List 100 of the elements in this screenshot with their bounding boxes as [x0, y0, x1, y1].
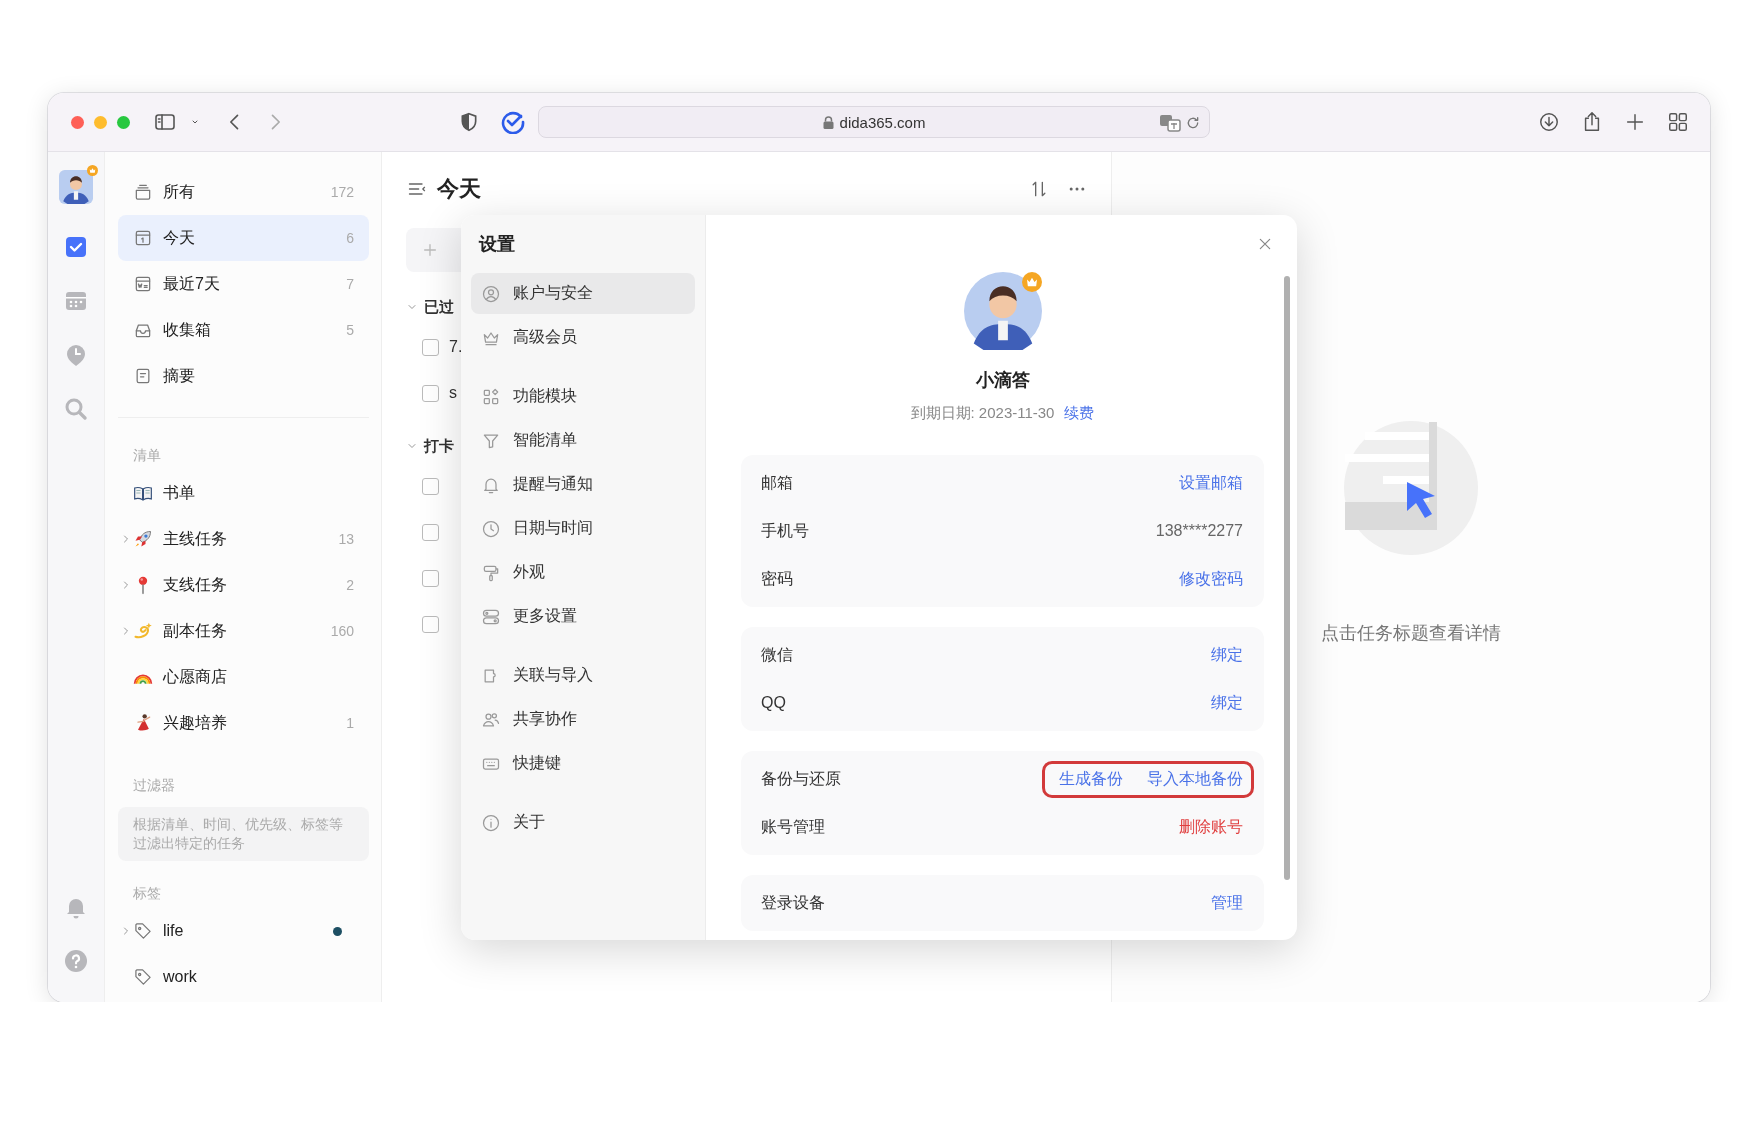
task-checkbox[interactable] [422, 615, 439, 633]
link[interactable]: 绑定 [1211, 692, 1243, 714]
settings-nav-item[interactable]: 快捷键 [471, 743, 695, 784]
sidebar-item[interactable]: work [118, 954, 369, 1000]
expiry-date: 到期日期: 2023-11-30 [910, 403, 1055, 423]
danger-link[interactable]: 删除账号 [1179, 816, 1243, 838]
item-label: 兴趣培养 [163, 712, 228, 733]
rocket-icon [133, 529, 153, 549]
list-title: 今天 [437, 175, 482, 203]
tab-overview-icon[interactable] [1667, 111, 1689, 133]
translate-icon[interactable] [1159, 114, 1181, 132]
settings-nav-item[interactable]: 功能模块 [471, 376, 695, 417]
download-icon[interactable] [1538, 111, 1560, 133]
task-title[interactable]: s [449, 384, 457, 402]
row-label: 微信 [761, 644, 794, 665]
sidebar-item[interactable]: life [118, 908, 369, 954]
grid-icon [481, 386, 501, 407]
link[interactable]: 生成备份 [1059, 768, 1123, 790]
user-name: 小滴答 [975, 369, 1030, 392]
window-control-dot[interactable] [71, 115, 84, 129]
item-count: 6 [346, 230, 354, 246]
task-title[interactable]: 7. [449, 338, 463, 356]
item-count: 1 [346, 715, 354, 731]
task-checkbox[interactable] [422, 569, 439, 587]
address-bar[interactable]: dida365.com [538, 106, 1210, 138]
section-heading: 过滤器 [132, 776, 176, 795]
sidebar-item[interactable]: 所有 172 [118, 169, 369, 215]
sidebar-item[interactable]: 摘要 [118, 353, 369, 399]
avatar[interactable] [59, 170, 93, 204]
sidebar-item[interactable]: 书单 [118, 470, 369, 516]
sidebar-item[interactable]: 心愿商店 [118, 654, 369, 700]
row-label: 登录设备 [761, 892, 826, 913]
settings-nav-item[interactable]: 关联与导入 [471, 655, 695, 696]
settings-nav-item[interactable]: 智能清单 [471, 420, 695, 461]
row-label: 密码 [761, 568, 794, 589]
reload-icon[interactable] [1185, 115, 1201, 131]
link[interactable]: 导入本地备份 [1147, 768, 1243, 790]
sidebar-item[interactable]: 收集箱 5 [118, 307, 369, 353]
link[interactable]: 绑定 [1211, 644, 1243, 666]
value-text: 138****2277 [1155, 522, 1243, 540]
person-icon [481, 283, 501, 304]
filter-hint: 根据清单、时间、优先级、标签等过滤出特定的任务 [118, 807, 369, 861]
settings-nav-item[interactable]: 日期与时间 [471, 508, 695, 549]
checkmark-logo-icon[interactable] [501, 110, 525, 134]
settings-nav-item[interactable]: 提醒与通知 [471, 464, 695, 505]
clock-icon [481, 518, 501, 539]
calendar-icon[interactable] [64, 289, 88, 313]
item-count: 5 [346, 322, 354, 338]
row-label: 邮箱 [761, 472, 794, 493]
item-label: 主线任务 [163, 528, 228, 549]
sidebar-item[interactable]: 最近7天 7 [118, 261, 369, 307]
lock-icon [822, 115, 834, 129]
item-count: 7 [346, 276, 354, 292]
task-checkbox[interactable] [422, 477, 439, 495]
settings-nav-item[interactable]: 共享协作 [471, 699, 695, 740]
settings-nav-item[interactable]: 账户与安全 [471, 273, 695, 314]
item-label: 最近7天 [163, 273, 221, 294]
new-tab-icon[interactable] [1624, 111, 1646, 133]
item-label: 心愿商店 [163, 666, 228, 687]
window-control-dot[interactable] [94, 115, 107, 129]
help-icon[interactable] [64, 949, 88, 973]
scrollbar[interactable] [1284, 276, 1290, 880]
window-control-dot[interactable] [117, 115, 130, 129]
clock-pin-icon[interactable] [64, 343, 88, 367]
sidebar-item[interactable]: 副本任务 160 [118, 608, 369, 654]
swirl-icon [133, 621, 153, 641]
task-checkbox[interactable] [422, 523, 439, 541]
sidebar-item[interactable]: 今天 6 [118, 215, 369, 261]
item-label: 摘要 [163, 365, 196, 386]
plus-icon [422, 242, 438, 258]
item-label: 书单 [163, 482, 196, 503]
item-label: 副本任务 [163, 620, 228, 641]
link[interactable]: 管理 [1211, 892, 1243, 914]
task-checkbox[interactable] [422, 384, 439, 402]
sidebar-item[interactable]: 兴趣培养 1 [118, 700, 369, 746]
task-checkbox[interactable] [422, 338, 439, 356]
renew-link[interactable]: 续费 [1064, 402, 1095, 424]
checkbox-icon[interactable] [64, 235, 88, 259]
settings-nav-item[interactable]: 关于 [471, 802, 695, 843]
crown-icon [87, 165, 98, 176]
shield-icon[interactable] [459, 112, 479, 132]
tag-icon [133, 921, 153, 941]
settings-nav-item[interactable]: 外观 [471, 552, 695, 593]
link[interactable]: 修改密码 [1179, 568, 1243, 590]
item-label: work [163, 968, 198, 986]
row-label: 备份与还原 [761, 768, 842, 789]
close-icon[interactable] [1257, 236, 1273, 252]
item-label: 收集箱 [163, 319, 212, 340]
sidebar-item[interactable]: 支线任务 2 [118, 562, 369, 608]
section-heading: 清单 [132, 446, 162, 465]
settings-nav-item[interactable]: 更多设置 [471, 596, 695, 637]
item-count: 160 [330, 623, 354, 639]
sidebar-item[interactable]: 主线任务 13 [118, 516, 369, 562]
settings-nav-item[interactable]: 高级会员 [471, 317, 695, 358]
link[interactable]: 设置邮箱 [1179, 472, 1243, 494]
calendar-icon [133, 228, 153, 248]
row-label: 账号管理 [761, 816, 826, 837]
search-icon[interactable] [64, 397, 88, 421]
section-title: 已过 [424, 297, 454, 317]
crown-icon [1021, 272, 1042, 292]
